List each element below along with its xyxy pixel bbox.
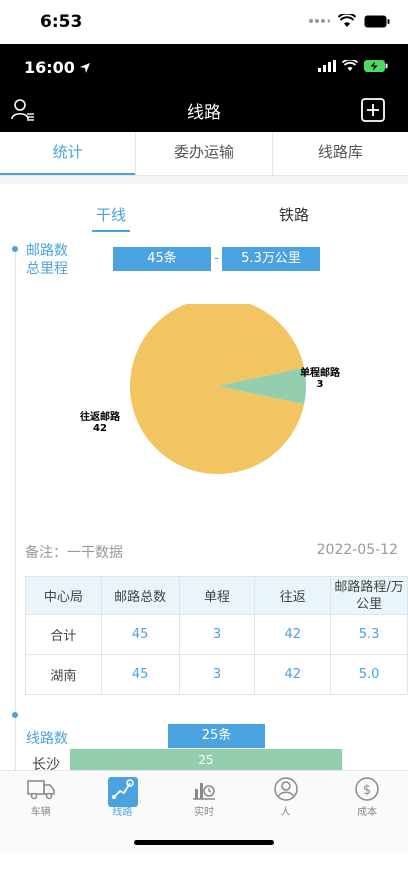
- table-cell: 42: [254, 614, 332, 655]
- table-header: 邮路路程/万公里: [330, 576, 408, 615]
- total-distance-label: 总里程: [26, 261, 68, 277]
- person-icon: [273, 777, 298, 801]
- pill-separator: -: [214, 251, 219, 266]
- table-cell: 5.3: [330, 614, 408, 655]
- wifi-icon: [342, 60, 358, 71]
- home-indicator: [134, 840, 274, 845]
- table-row[interactable]: 湖南 45 3 42 5.0: [25, 654, 408, 695]
- tabbar-label: 车辆: [30, 807, 51, 818]
- pie-label-round: 往返邮路 42: [80, 412, 120, 434]
- route-stats-table: 中心局 邮路总数 单程 往返 邮路路程/万公里 合计 45 3 42 5.3 湖…: [25, 576, 408, 695]
- stats-card: 干线 铁路 邮路数 总里程 45条 - 5.3万公里 单程邮路 3 往返邮路 4…: [0, 184, 408, 770]
- signal-icon: [318, 60, 336, 72]
- tabbar-label: 成本: [357, 807, 378, 818]
- tabbar-item-person[interactable]: 人: [245, 771, 327, 821]
- route-type-pie-chart: 单程邮路 3 往返邮路 42: [0, 298, 408, 504]
- outer-status-icons: [308, 14, 390, 28]
- table-cell: 合计: [25, 614, 102, 655]
- subtab-railway[interactable]: 铁路: [279, 204, 309, 225]
- table-header: 往返: [254, 576, 332, 615]
- line-count-pill: 25条: [168, 724, 265, 748]
- svg-text:$: $: [363, 783, 371, 798]
- tabbar-label: 实时: [193, 807, 214, 818]
- truck-icon: [27, 780, 55, 800]
- note-text: 备注：一干数据: [25, 545, 123, 561]
- bar-changsha: 25: [70, 749, 342, 770]
- inner-status-time-text: 16:00: [24, 58, 75, 77]
- table-cell: 3: [178, 654, 256, 695]
- page-title: 线路: [187, 103, 221, 123]
- table-cell: 3: [178, 614, 256, 655]
- timeline-dot: [12, 246, 18, 252]
- outer-status-bar: 6:53: [0, 0, 408, 44]
- pie-label-single-value: 3: [316, 379, 324, 390]
- line-count-label: 线路数: [26, 731, 68, 747]
- tabbar-item-realtime[interactable]: 实时: [163, 771, 245, 821]
- table-cell: 5.0: [330, 654, 408, 695]
- bar-category-label: 长沙: [32, 757, 60, 770]
- subtab-trunk[interactable]: 干线: [91, 204, 131, 232]
- timeline-dot: [12, 712, 18, 718]
- route-stats-label: 邮路数 总里程: [26, 242, 68, 278]
- tab-delegated-transport[interactable]: 委办运输: [136, 132, 273, 175]
- pie-label-single: 单程邮路 3: [300, 368, 340, 390]
- table-header: 单程: [178, 576, 256, 615]
- tabbar-item-routes[interactable]: 线路: [82, 771, 164, 821]
- content-area[interactable]: 干线 铁路 邮路数 总里程 45条 - 5.3万公里 单程邮路 3 往返邮路 4…: [0, 176, 408, 770]
- tabbar-label: 线路: [112, 807, 133, 818]
- table-cell: 45: [100, 614, 180, 655]
- pie-label-single-name: 单程邮路: [300, 368, 340, 379]
- table-cell: 湖南: [25, 654, 102, 695]
- tabbar-item-cost[interactable]: $ 成本: [326, 771, 408, 821]
- route-count-label: 邮路数: [26, 243, 68, 259]
- tabbar-label: 人: [280, 807, 291, 818]
- pie-svg: [130, 298, 307, 474]
- note-date: 2022-05-12: [316, 542, 398, 558]
- nav-bar: 线路: [0, 88, 408, 132]
- table-header: 中心局: [25, 576, 102, 615]
- dollar-icon: $: [355, 777, 379, 801]
- battery-icon: [364, 15, 390, 27]
- pie-label-round-value: 42: [93, 423, 107, 434]
- inner-status-icons: [318, 60, 388, 72]
- table-header-row: 中心局 邮路总数 单程 往返 邮路路程/万公里: [25, 576, 408, 615]
- table-header: 邮路总数: [100, 576, 180, 615]
- wifi-icon: [338, 14, 356, 27]
- sub-tabs: 干线 铁路: [0, 204, 408, 234]
- total-distance-pill: 5.3万公里: [222, 247, 320, 271]
- plus-square-icon[interactable]: [360, 97, 386, 123]
- outer-status-time: 6:53: [40, 12, 83, 32]
- table-row[interactable]: 合计 45 3 42 5.3: [25, 614, 408, 655]
- route-map-icon: [112, 779, 135, 799]
- pie-label-round-name: 往返邮路: [80, 412, 120, 423]
- battery-charging-icon: [364, 60, 388, 72]
- inner-status-bar: 16:00: [0, 44, 408, 88]
- top-tabs: 统计 委办运输 线路库: [0, 132, 408, 176]
- inner-status-time: 16:00: [24, 58, 91, 77]
- route-count-pill: 45条: [113, 247, 211, 271]
- tabbar-item-vehicles[interactable]: 车辆: [0, 771, 82, 821]
- tab-route-library[interactable]: 线路库: [273, 132, 408, 175]
- tab-statistics[interactable]: 统计: [0, 132, 137, 175]
- table-cell: 42: [254, 654, 332, 695]
- location-arrow-icon: [79, 62, 90, 73]
- chart-clock-icon: [192, 783, 215, 800]
- table-cell: 45: [100, 654, 180, 695]
- dots-icon: [309, 19, 330, 23]
